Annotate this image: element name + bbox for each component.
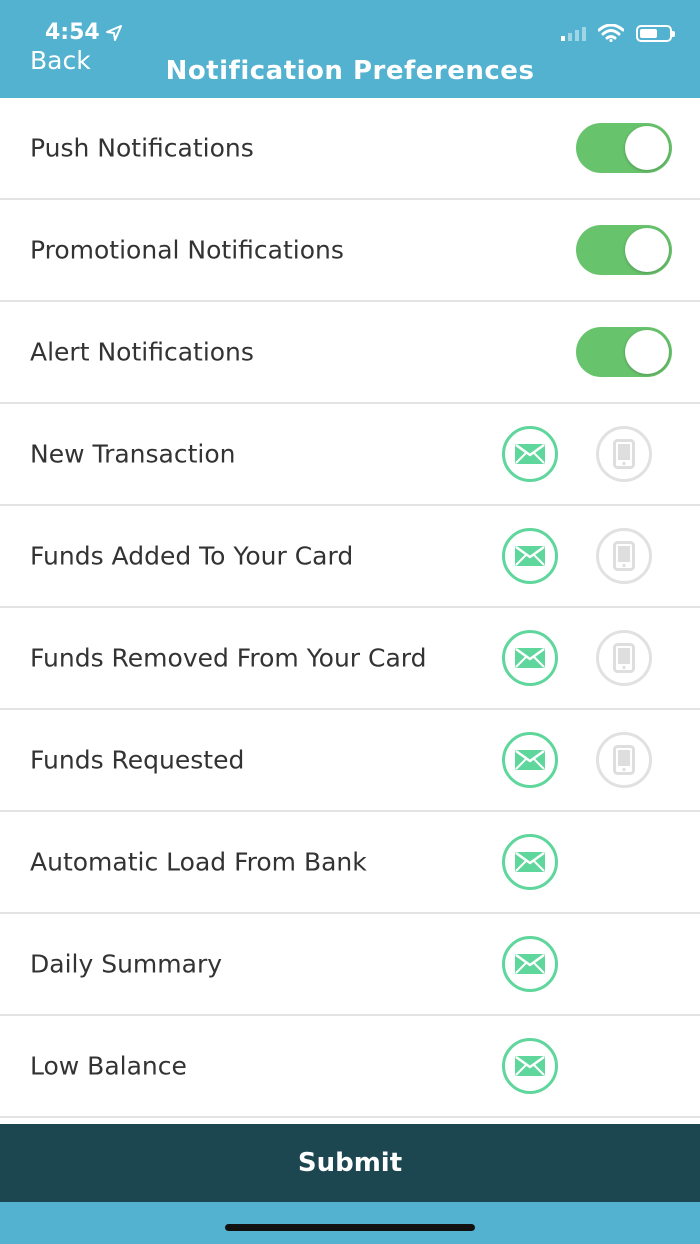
preference-row-low-balance: Low Balance xyxy=(0,1016,700,1118)
preference-label: Daily Summary xyxy=(30,949,223,979)
preference-row-funds-requested: Funds Requested xyxy=(0,710,700,812)
preference-label: Low Balance xyxy=(30,1051,187,1081)
toggle-switch[interactable] xyxy=(576,225,672,275)
status-bar-time-group: 4:54 xyxy=(45,20,122,45)
mobile-phone-icon xyxy=(613,745,635,775)
envelope-icon xyxy=(515,546,545,566)
battery-level xyxy=(640,28,657,38)
sms-toggle-button[interactable] xyxy=(596,732,652,788)
preferences-list: Push Notifications Promotional Notificati… xyxy=(0,98,700,1118)
preference-row-funds-added-to-your-card: Funds Added To Your Card xyxy=(0,506,700,608)
home-indicator[interactable] xyxy=(225,1224,475,1231)
email-toggle-button[interactable] xyxy=(502,528,558,584)
preference-label: Automatic Load From Bank xyxy=(30,847,367,877)
email-toggle-button[interactable] xyxy=(502,936,558,992)
toggle-knob xyxy=(625,228,669,272)
envelope-icon xyxy=(515,852,545,872)
toggle-row-push-notifications: Push Notifications xyxy=(0,98,700,200)
cellular-signal-icon xyxy=(561,25,586,41)
envelope-icon xyxy=(515,648,545,668)
mobile-phone-icon xyxy=(613,643,635,673)
mobile-phone-icon xyxy=(613,439,635,469)
toggle-knob xyxy=(625,330,669,374)
email-toggle-button[interactable] xyxy=(502,426,558,482)
preference-row-automatic-load-from-bank: Automatic Load From Bank xyxy=(0,812,700,914)
location-arrow-icon xyxy=(105,24,122,41)
status-bar-icons xyxy=(561,24,675,42)
preference-row-daily-summary: Daily Summary xyxy=(0,914,700,1016)
home-indicator-area xyxy=(0,1202,700,1244)
status-time: 4:54 xyxy=(45,20,100,45)
navigation-header: 4:54 Back Notification Preferences xyxy=(0,0,700,98)
preference-label: Funds Added To Your Card xyxy=(30,541,354,571)
toggle-row-alert-notifications: Alert Notifications xyxy=(0,302,700,404)
wifi-icon xyxy=(598,24,624,42)
email-toggle-button[interactable] xyxy=(502,630,558,686)
preference-label: Funds Removed From Your Card xyxy=(30,643,427,673)
email-toggle-button[interactable] xyxy=(502,834,558,890)
sms-toggle-button[interactable] xyxy=(596,426,652,482)
mobile-phone-icon xyxy=(613,541,635,571)
preference-label: Funds Requested xyxy=(30,745,245,775)
envelope-icon xyxy=(515,1056,545,1076)
preference-row-new-transaction: New Transaction xyxy=(0,404,700,506)
envelope-icon xyxy=(515,444,545,464)
toggle-row-promotional-notifications: Promotional Notifications xyxy=(0,200,700,302)
toggle-switch[interactable] xyxy=(576,327,672,377)
email-toggle-button[interactable] xyxy=(502,732,558,788)
toggle-knob xyxy=(625,126,669,170)
preference-label: New Transaction xyxy=(30,439,236,469)
envelope-icon xyxy=(515,750,545,770)
sms-toggle-button[interactable] xyxy=(596,630,652,686)
toggle-label: Push Notifications xyxy=(30,133,254,163)
page-title: Notification Preferences xyxy=(165,56,535,86)
email-toggle-button[interactable] xyxy=(502,1038,558,1094)
toggle-switch[interactable] xyxy=(576,123,672,173)
sms-toggle-button[interactable] xyxy=(596,528,652,584)
toggle-label: Promotional Notifications xyxy=(30,235,344,265)
submit-button[interactable]: Submit xyxy=(0,1124,700,1202)
battery-icon xyxy=(636,24,675,42)
envelope-icon xyxy=(515,954,545,974)
toggle-label: Alert Notifications xyxy=(30,337,254,367)
preference-row-funds-removed-from-your-card: Funds Removed From Your Card xyxy=(0,608,700,710)
